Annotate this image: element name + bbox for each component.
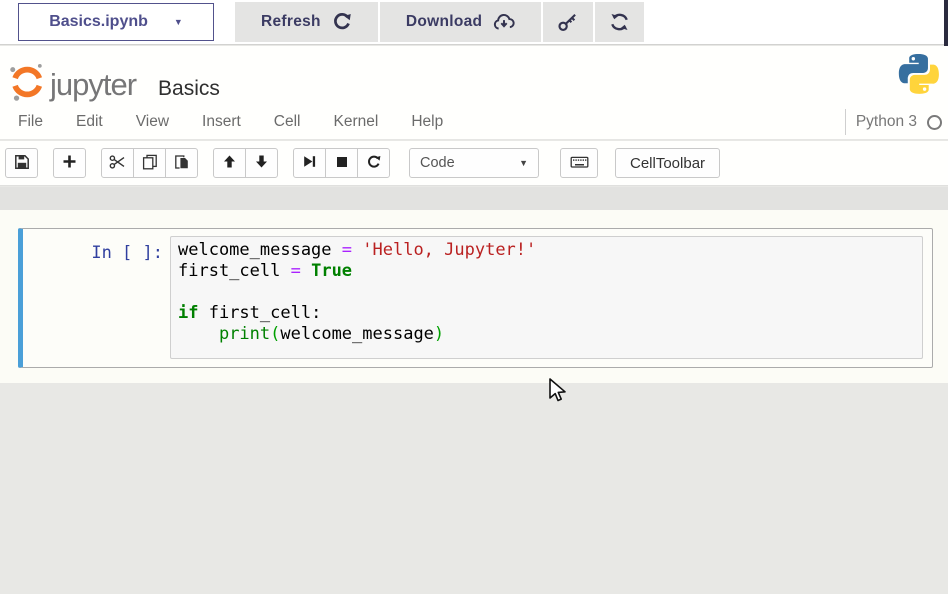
cell-type-select[interactable]: Code ▼ (409, 148, 539, 178)
notebook-container[interactable]: In [ ]: welcome_message = 'Hello, Jupyte… (0, 210, 948, 383)
menu-items: File Edit View Insert Cell Kernel Help (18, 113, 443, 131)
menu-bar: File Edit View Insert Cell Kernel Help Python … (0, 104, 948, 140)
notebook-select-label: Basics.ipynb (49, 13, 148, 31)
header-shadow-band (0, 187, 948, 210)
cell-prompt: In [ ]: (23, 243, 163, 263)
add-cell-button[interactable] (53, 148, 86, 178)
mouse-cursor (546, 378, 568, 409)
code-line (178, 282, 915, 303)
refresh-button[interactable]: Refresh (235, 2, 378, 42)
cut-cell-button[interactable] (101, 148, 134, 178)
menu-item-edit[interactable]: Edit (76, 113, 103, 131)
jupyter-logo-text: jupyter (50, 67, 136, 103)
copy-cell-button[interactable] (133, 148, 166, 178)
divider (845, 109, 846, 135)
move-cell-down-button[interactable] (245, 148, 278, 178)
notebook-title[interactable]: Basics (158, 77, 220, 101)
restart-kernel-button[interactable] (357, 148, 390, 178)
code-cell[interactable]: In [ ]: welcome_message = 'Hello, Jupyte… (18, 228, 933, 368)
sync-button[interactable] (595, 2, 644, 42)
menu-item-cell[interactable]: Cell (274, 113, 301, 131)
save-icon (14, 154, 30, 173)
paste-cell-button[interactable] (165, 148, 198, 178)
code-line: welcome_message = 'Hello, Jupyter!' (178, 240, 915, 261)
refresh-icon (332, 12, 352, 32)
cloud-download-icon (493, 12, 515, 32)
celltoolbar-button[interactable]: CellToolbar (615, 148, 720, 178)
move-button-group (213, 148, 278, 178)
stop-icon (335, 155, 349, 172)
cut-icon (109, 154, 126, 173)
code-line: print(welcome_message) (178, 324, 915, 345)
refresh-button-label: Refresh (261, 13, 321, 31)
code-line: if first_cell: (178, 303, 915, 324)
restart-icon (366, 154, 382, 173)
key-icon (557, 12, 579, 32)
menu-item-kernel[interactable]: Kernel (334, 113, 379, 131)
jupyter-logo-icon (8, 61, 46, 108)
menu-item-help[interactable]: Help (411, 113, 443, 131)
jupyter-brand[interactable]: jupyter Basics (8, 53, 220, 103)
download-button-label: Download (406, 13, 482, 31)
window-edge (944, 0, 948, 46)
add-cell-icon (62, 154, 77, 172)
notebook-select[interactable]: Basics.ipynb ▼ (18, 3, 214, 41)
copy-icon (142, 154, 158, 173)
move-up-icon (222, 154, 237, 172)
edit-button-group (101, 148, 198, 178)
chevron-down-icon: ▼ (519, 158, 528, 168)
notebook-header: jupyter Basics (0, 46, 948, 104)
move-down-icon (254, 154, 269, 172)
cell-type-value: Code (420, 155, 455, 171)
paste-icon (174, 154, 190, 173)
interrupt-kernel-button[interactable] (325, 148, 358, 178)
command-palette-button[interactable] (560, 148, 598, 178)
kernel-name: Python 3 (856, 113, 917, 131)
code-line: first_cell = True (178, 261, 915, 282)
kernel-idle-circle-icon (927, 115, 942, 130)
keyboard-icon (570, 154, 589, 173)
sync-icon (609, 12, 630, 32)
code-lines: welcome_message = 'Hello, Jupyter!'first… (178, 240, 915, 345)
key-button[interactable] (543, 2, 593, 42)
menu-item-file[interactable]: File (18, 113, 43, 131)
notebook-toolbar: Code ▼ CellToolbar (0, 141, 948, 186)
run-icon (302, 154, 317, 172)
chevron-down-icon: ▼ (174, 17, 183, 27)
python-logo-icon (897, 51, 941, 102)
code-editor[interactable]: welcome_message = 'Hello, Jupyter!'first… (170, 236, 923, 359)
save-button[interactable] (5, 148, 38, 178)
move-cell-up-button[interactable] (213, 148, 246, 178)
run-button-group (293, 148, 390, 178)
kernel-indicator-area: Python 3 (845, 104, 942, 140)
menu-item-view[interactable]: View (136, 113, 169, 131)
topbar-actions: Refresh Download (235, 2, 644, 42)
player-topbar: Basics.ipynb ▼ Refresh Download (0, 0, 948, 45)
download-button[interactable]: Download (380, 2, 541, 42)
menu-item-insert[interactable]: Insert (202, 113, 241, 131)
run-cell-button[interactable] (293, 148, 326, 178)
